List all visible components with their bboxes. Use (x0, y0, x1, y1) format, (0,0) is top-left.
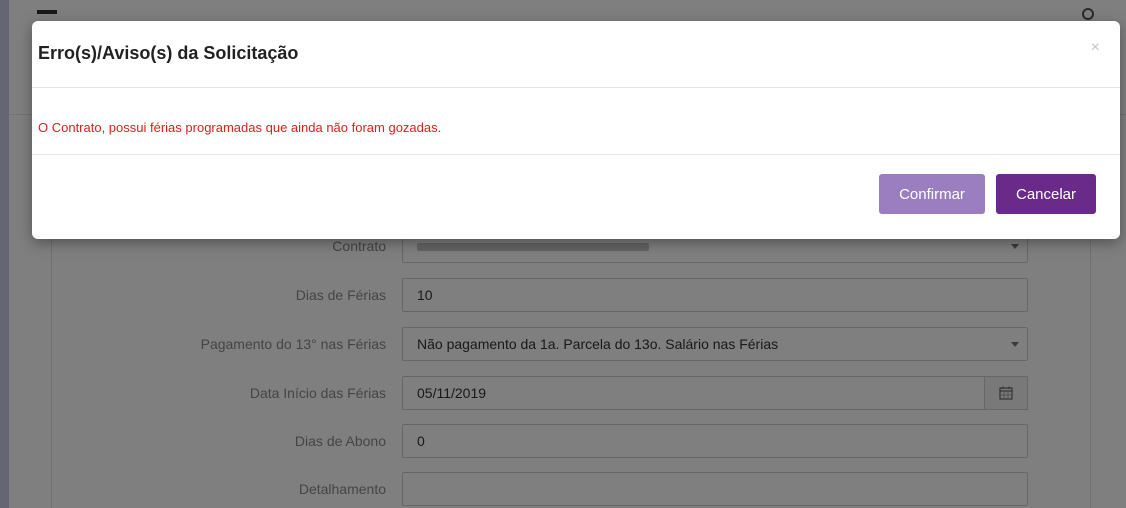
error-warning-modal: Erro(s)/Aviso(s) da Solicitação × O Cont… (32, 21, 1120, 239)
modal-body: O Contrato, possui férias programadas qu… (32, 89, 1120, 155)
close-icon[interactable]: × (1091, 39, 1100, 57)
modal-footer: Confirmar Cancelar (32, 156, 1120, 239)
confirm-button[interactable]: Confirmar (879, 174, 985, 214)
warning-message: O Contrato, possui férias programadas qu… (38, 120, 442, 135)
modal-title: Erro(s)/Aviso(s) da Solicitação (38, 43, 299, 63)
cancel-button[interactable]: Cancelar (996, 174, 1096, 214)
modal-header: Erro(s)/Aviso(s) da Solicitação × (32, 21, 1120, 88)
screen: Contrato Dias de Férias 10 Pagamento do … (0, 0, 1126, 508)
